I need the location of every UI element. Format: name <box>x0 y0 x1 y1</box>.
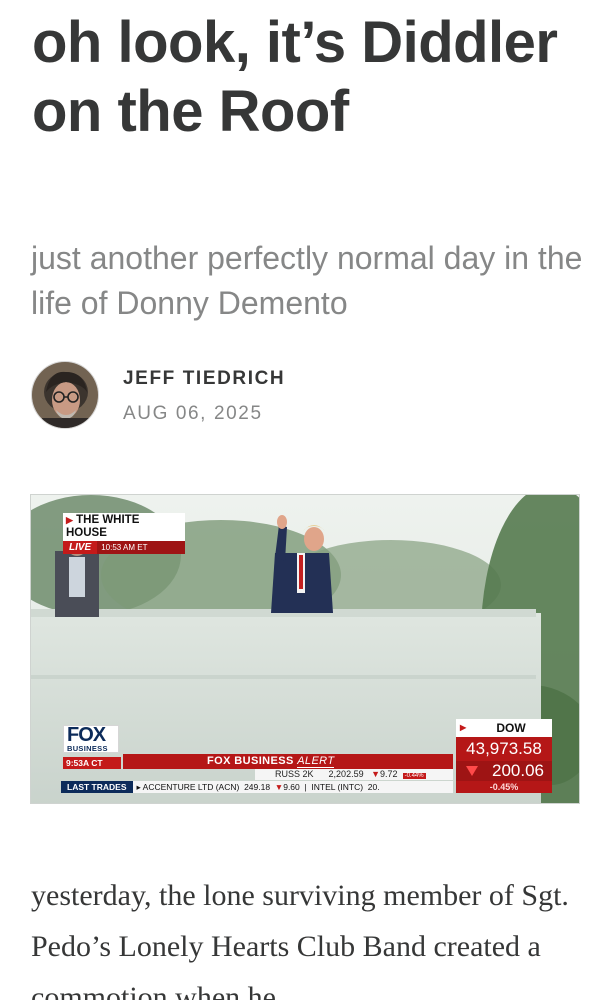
fox-logo-sub: BUSINESS <box>67 744 108 753</box>
alert-tag: ALERT <box>297 755 335 768</box>
trade1-change: 9.60 <box>283 782 300 792</box>
trade1-price: 249.18 <box>244 782 271 792</box>
dow-ticker-box: ▶ DOW 43,973.58 200.06 -0.45% <box>456 719 552 793</box>
play-arrow-icon: ▶ <box>66 515 73 525</box>
play-arrow-icon: ▶ <box>460 723 467 732</box>
post-body-paragraph: yesterday, the lone surviving member of … <box>31 879 569 1000</box>
russell-ticker: RUSS 2K 2,202.59 ▼9.72 -0.44% <box>255 769 453 780</box>
trade2-price: 20. <box>367 782 380 792</box>
business-alert-bar: FOX BUSINESS ALERT <box>123 754 453 769</box>
author-avatar[interactable] <box>31 361 99 429</box>
author-byline: JEFF TIEDRICH AUG 06, 2025 <box>31 361 591 431</box>
last-trades-ticker: LAST TRADES ▸ ACCENTURE LTD (ACN) 249.18 … <box>61 781 453 793</box>
author-name[interactable]: JEFF TIEDRICH <box>123 368 285 390</box>
post-subtitle: just another perfectly normal day in the… <box>31 240 583 321</box>
dow-label: DOW <box>496 721 526 735</box>
russ-label: RUSS 2K <box>275 769 314 779</box>
fox-business-logo: FOX BUSINESS <box>63 724 119 753</box>
ticker-time: 9:53A CT <box>63 757 121 769</box>
author-portrait-image <box>32 362 98 428</box>
down-triangle-icon <box>466 766 478 776</box>
dow-pct: -0.45% <box>456 781 552 793</box>
chyron-locator: ▶ THE WHITE HOUSE LIVE 10:53 AM ET <box>63 513 185 554</box>
locator-text: THE WHITE HOUSE <box>66 514 140 539</box>
trade1-name: ACCENTURE LTD (ACN) <box>142 782 240 792</box>
dow-value: 43,973.58 <box>456 737 552 761</box>
alert-brand: FOX BUSINESS <box>207 755 294 767</box>
dow-change: 200.06 <box>492 761 544 780</box>
post-date: AUG 06, 2025 <box>123 403 263 424</box>
russ-value: 2,202.59 <box>328 769 364 779</box>
post-title: oh look, it’s Diddler on the Roof <box>32 10 558 144</box>
russ-change: 9.72 <box>380 769 398 779</box>
down-triangle-icon: ▼ <box>371 769 381 779</box>
live-badge: LIVE <box>63 541 98 554</box>
last-trades-label: LAST TRADES <box>61 781 133 793</box>
news-video-still[interactable]: ▶ THE WHITE HOUSE LIVE 10:53 AM ET FOX B… <box>30 494 580 804</box>
down-triangle-icon: ▼ <box>274 782 284 792</box>
russ-pct: -0.44% <box>402 773 426 779</box>
trade2-name: INTEL (INTC) <box>311 782 364 792</box>
live-time: 10:53 AM ET <box>97 541 185 554</box>
